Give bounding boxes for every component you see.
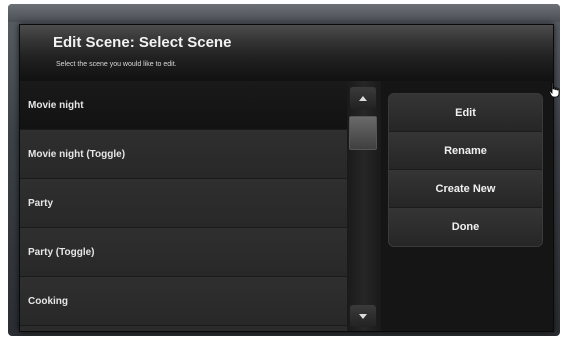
app-window: Edit Scene: Select Scene Select the scen… — [8, 4, 560, 336]
scene-list-item[interactable]: Cooking — [20, 277, 347, 326]
triangle-up-icon — [359, 95, 367, 101]
dialog-subtitle: Select the scene you would like to edit. — [56, 61, 177, 68]
scene-list-item[interactable]: Party — [20, 179, 347, 228]
action-button-group: Edit Rename Create New Done — [388, 93, 543, 247]
create-new-button-label: Create New — [435, 182, 496, 195]
scene-label: Movie night (Toggle) — [28, 148, 126, 160]
scroll-down-button[interactable] — [350, 305, 376, 327]
scene-label: Cooking — [28, 295, 68, 307]
rename-button[interactable]: Rename — [389, 132, 542, 170]
scene-label: Party (Toggle) — [28, 246, 95, 258]
scroll-up-button[interactable] — [350, 87, 376, 109]
edit-button[interactable]: Edit — [389, 94, 542, 132]
scene-list-item[interactable]: Party (Toggle) — [20, 228, 347, 277]
hand-pointer-icon — [548, 82, 560, 98]
done-button[interactable]: Done — [389, 208, 542, 246]
create-new-button[interactable]: Create New — [389, 170, 542, 208]
scroll-thumb[interactable] — [349, 116, 377, 150]
done-button-label: Done — [451, 221, 480, 233]
background-header — [8, 4, 560, 22]
dialog-title: Edit Scene: Select Scene — [53, 34, 232, 51]
rename-button-label: Rename — [444, 144, 487, 157]
edit-button-label: Edit — [455, 106, 476, 119]
dialog-header: Edit Scene: Select Scene Select the scen… — [20, 25, 553, 81]
scene-list-scrollbar[interactable] — [347, 81, 381, 331]
triangle-down-icon — [359, 313, 367, 319]
scene-list: Movie night Movie night (Toggle) Party P… — [20, 81, 347, 331]
scene-list-item[interactable]: Movie night — [20, 81, 347, 130]
scene-label: Movie night — [28, 99, 84, 111]
actions-panel: Edit Rename Create New Done — [381, 81, 553, 331]
scene-label: Party — [28, 197, 54, 209]
scene-list-item[interactable]: Movie night (Toggle) — [20, 130, 347, 179]
edit-scene-dialog: Edit Scene: Select Scene Select the scen… — [19, 24, 554, 332]
